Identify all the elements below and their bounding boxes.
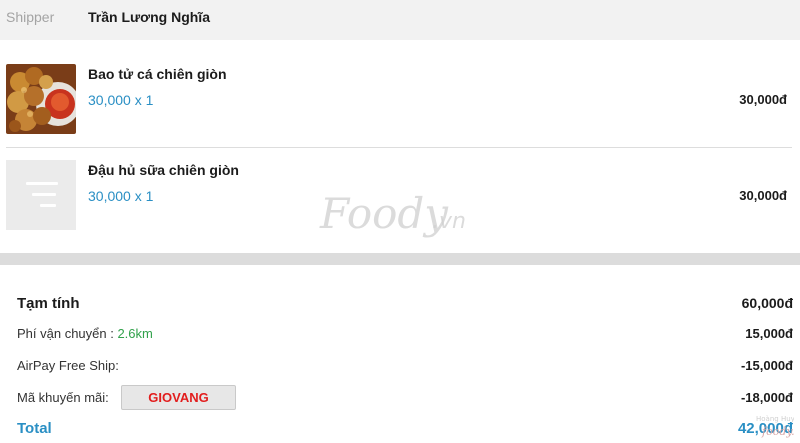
item-name: Đậu hủ sữa chiên giòn — [88, 162, 239, 178]
shipping-distance: 2.6km — [117, 326, 153, 341]
total-label: Total — [17, 420, 52, 437]
shipper-bar: Shipper Trần Lương Nghĩa — [0, 0, 800, 40]
order-item[interactable]: Bao tử cá chiên giòn 30,000 x 1 30,000đ — [0, 56, 800, 142]
shipping-fee-text: Phí vận chuyển : — [17, 326, 118, 341]
item-name: Bao tử cá chiên giòn — [88, 66, 227, 82]
section-separator — [0, 253, 800, 265]
shipper-label: Shipper — [6, 9, 55, 25]
svg-text:.vn: .vn — [432, 209, 466, 234]
airpay-freeship-row: AirPay Free Ship: -15,000đ — [0, 356, 800, 380]
promo-value: -18,000đ — [740, 390, 793, 405]
foody-corner-watermark: Hoàng Huy foody.vn — [756, 415, 794, 438]
shipper-name: Trần Lương Nghĩa — [88, 9, 210, 25]
airpay-freeship-label: AirPay Free Ship: — [17, 358, 119, 373]
placeholder-image-icon — [6, 160, 76, 230]
item-price: 30,000đ — [739, 92, 787, 107]
foody-watermark-logo: Foody .vn — [319, 189, 466, 238]
airpay-freeship-value: -15,000đ — [740, 358, 793, 373]
shipping-fee-row: Phí vận chuyển : 2.6km 15,000đ — [0, 323, 800, 347]
item-quantity: 30,000 x 1 — [88, 188, 154, 204]
shipping-fee-value: 15,000đ — [745, 326, 793, 341]
promo-label: Mã khuyến mãi: — [17, 390, 109, 405]
item-price: 30,000đ — [739, 188, 787, 203]
promo-row: Mã khuyến mãi: GIOVANG -18,000đ — [0, 385, 800, 410]
subtotal-value: 60,000đ — [741, 295, 793, 311]
svg-text:Hoàng Huy: Hoàng Huy — [756, 415, 794, 423]
subtotal-row: Tạm tính 60,000đ — [0, 293, 800, 317]
svg-text:Foody: Foody — [319, 189, 449, 238]
shipping-fee-label: Phí vận chuyển : 2.6km — [17, 326, 153, 341]
total-row: Total 42,000đ — [0, 418, 800, 442]
svg-text:foody.vn: foody.vn — [761, 425, 794, 438]
item-divider — [6, 147, 792, 148]
promo-code-badge[interactable]: GIOVANG — [121, 385, 236, 410]
food-photo — [6, 64, 76, 134]
item-quantity: 30,000 x 1 — [88, 92, 154, 108]
subtotal-label: Tạm tính — [17, 295, 80, 312]
